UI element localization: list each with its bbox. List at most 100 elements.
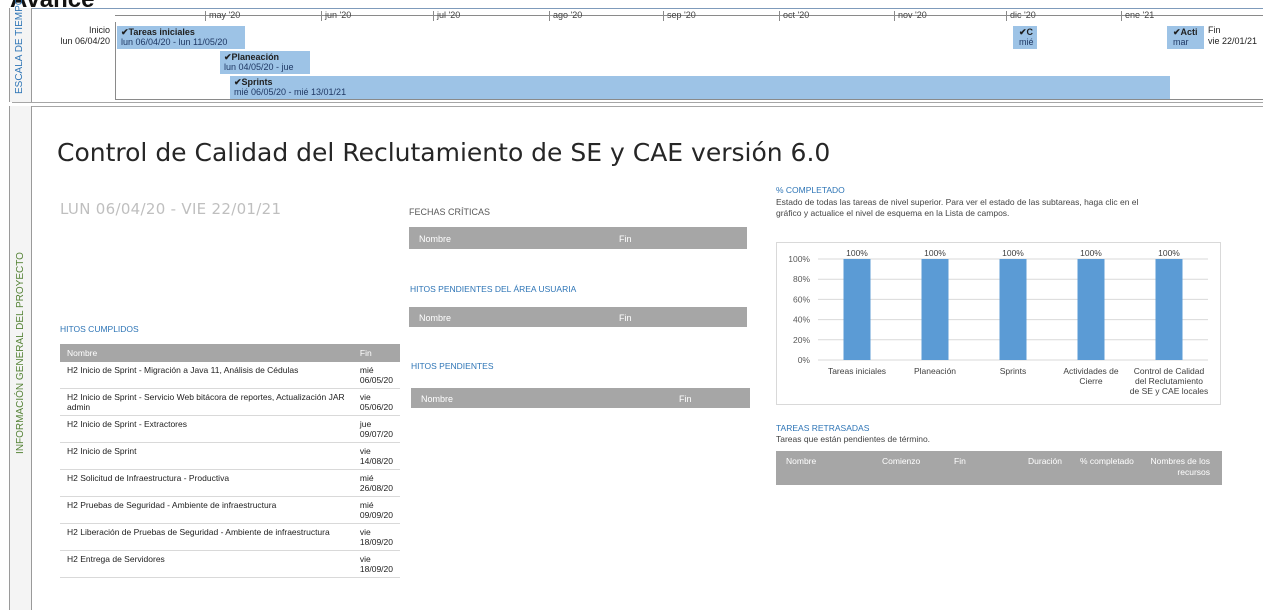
- col-fin: Fin: [352, 344, 400, 362]
- col-nombre: Nombre: [60, 344, 353, 362]
- chart-bar[interactable]: [843, 259, 871, 360]
- chart-category-label-line: Cierre: [1079, 376, 1102, 386]
- hito-fin: mié 06/05/20: [352, 362, 400, 389]
- hitos-cumplidos-rows: H2 Inicio de Sprint - Migración a Java 1…: [60, 362, 400, 578]
- chart-y-tick-label: 80%: [793, 274, 810, 284]
- project-info-side-panel: INFORMACIÓN GENERAL DEL PROYECTO: [9, 106, 32, 610]
- timeline-bar-actividades[interactable]: ✔Acti mar: [1167, 26, 1204, 49]
- hito-fin-day: vie: [359, 392, 371, 402]
- chart-category-label-line: Actividades de: [1063, 366, 1119, 376]
- hito-fin: mié 09/09/20: [352, 496, 400, 524]
- hito-nombre: H2 Inicio de Sprint: [60, 442, 353, 470]
- col-fin: Fin: [679, 394, 692, 404]
- chart-category-label-line: Sprints: [1000, 366, 1026, 376]
- hito-fin: mié 26/08/20: [352, 469, 400, 497]
- table-row[interactable]: H2 Pruebas de Seguridad - Ambiente de in…: [60, 496, 400, 524]
- table-row[interactable]: H2 Inicio de Sprint vie 14/08/20: [60, 442, 400, 470]
- chart-category-label: Control de Calidad del Reclutamiento de SE…: [1130, 366, 1208, 396]
- hito-fin: vie 14/08/20: [352, 442, 400, 470]
- tareas-retrasadas-title: TAREAS RETRASADAS: [776, 423, 870, 433]
- chart-category-label: Sprints: [1000, 366, 1026, 376]
- chart-bar[interactable]: [1155, 259, 1183, 360]
- hito-fin-day: vie: [359, 527, 371, 537]
- chart-data-label: 100%: [1080, 248, 1102, 258]
- timeline-divider[interactable]: [12, 102, 1263, 107]
- timeline-end: Fin vie 22/01/21: [1208, 25, 1263, 47]
- hito-fin-date: 26/08/20: [359, 483, 393, 493]
- completado-title: % COMPLETADO: [776, 185, 845, 195]
- hitos-area-usuaria-title: HITOS PENDIENTES DEL ÁREA USUARIA: [410, 284, 577, 294]
- completado-description: Estado de todas las tareas de nivel supe…: [776, 197, 1196, 219]
- project-info-side-label: INFORMACIÓN GENERAL DEL PROYECTO: [15, 252, 26, 454]
- col-duracion: Duración: [1028, 456, 1063, 466]
- bar-dates: lun 04/05/20 - jue: [224, 62, 294, 72]
- timeline-month: dic '20: [1006, 11, 1036, 21]
- fechas-criticas-title: FECHAS CRÍTICAS: [409, 207, 491, 217]
- table-row[interactable]: H2 Inicio de Sprint - Extractores jue 09/0…: [60, 415, 400, 443]
- chart-category-label: Actividades de Cierre: [1063, 366, 1119, 386]
- timeline-bar-planeacion[interactable]: ✔Planeación lun 04/05/20 - jue: [220, 51, 310, 74]
- chart-category-label: Tareas iniciales: [828, 366, 886, 376]
- chart-bar[interactable]: [1077, 259, 1105, 360]
- hitos-cumplidos-table[interactable]: Nombre Fin H2 Inicio de Sprint - Migraci…: [60, 344, 400, 578]
- tareas-retrasadas-header[interactable]: Nombre Comienzo Fin Duración % completad…: [776, 451, 1222, 485]
- timeline-start: Inicio lun 06/04/20: [48, 25, 110, 47]
- timeline-bar-sprints[interactable]: ✔Sprints mié 06/05/20 - mié 13/01/21: [230, 76, 1170, 99]
- chart-category-label-line: Tareas iniciales: [828, 366, 886, 376]
- hito-nombre: H2 Solicitud de Infraestructura - Produc…: [60, 469, 353, 497]
- chart-y-tick-label: 60%: [793, 294, 810, 304]
- timeline-start-date: lun 06/04/20: [60, 36, 110, 46]
- chart-bar[interactable]: [921, 259, 949, 360]
- table-row[interactable]: H2 Inicio de Sprint - Servicio Web bitác…: [60, 388, 400, 416]
- chart-category-label: Planeación: [914, 366, 956, 376]
- col-fin: Fin: [619, 234, 632, 244]
- hitos-cumplidos-title: HITOS CUMPLIDOS: [60, 324, 139, 334]
- chart-y-tick-label: 40%: [793, 315, 810, 325]
- project-date-range: LUN 06/04/20 - VIE 22/01/21: [60, 200, 282, 218]
- completado-chart[interactable]: 0% 20% 40% 60% 80% 100% 100% Tareas iniciales 10…: [776, 242, 1221, 405]
- hito-fin-date: 09/07/20: [359, 429, 393, 439]
- chart-category-label-line: del Reclutamiento: [1135, 376, 1203, 386]
- timeline-side-panel: ESCALA DE TIEMPO: [9, 0, 32, 102]
- hito-fin: vie 05/06/20: [352, 388, 400, 416]
- timeline-month: sep '20: [663, 11, 696, 21]
- timeline-month: may '20: [205, 11, 240, 21]
- hito-nombre: H2 Entrega de Servidores: [60, 550, 353, 578]
- hitos-area-usuaria-header[interactable]: Nombre Fin: [409, 307, 747, 327]
- bar-dates: lun 06/04/20 - lun 11/05/20: [121, 37, 228, 47]
- bar-name: ✔Sprints: [234, 77, 273, 87]
- hito-nombre: H2 Inicio de Sprint - Extractores: [60, 415, 353, 443]
- table-row[interactable]: H2 Liberación de Pruebas de Seguridad - …: [60, 523, 400, 551]
- timeline-bar-cierre[interactable]: ✔C mié: [1013, 26, 1037, 49]
- table-row[interactable]: H2 Entrega de Servidores vie 18/09/20: [60, 550, 400, 578]
- chart-data-label: 100%: [1002, 248, 1024, 258]
- timeline-side-label: ESCALA DE TIEMPO: [14, 0, 25, 94]
- report-title: Control de Calidad del Reclutamiento de …: [57, 138, 831, 167]
- col-nombre: Nombre: [419, 234, 452, 244]
- hitos-pendientes-header[interactable]: Nombre Fin: [411, 388, 750, 408]
- fechas-criticas-header[interactable]: Nombre Fin: [409, 227, 747, 249]
- chart-data-label: 100%: [1158, 248, 1180, 258]
- hito-fin-date: 06/05/20: [359, 375, 393, 385]
- hito-fin-date: 05/06/20: [359, 402, 393, 412]
- timeline-month: nov '20: [894, 11, 927, 21]
- col-fin: Fin: [619, 313, 632, 323]
- hito-fin-day: vie: [359, 446, 371, 456]
- table-row[interactable]: H2 Solicitud de Infraestructura - Produc…: [60, 469, 400, 497]
- hito-fin-day: mié: [359, 500, 374, 510]
- chart-bar[interactable]: [999, 259, 1027, 360]
- hito-fin-date: 14/08/20: [359, 456, 393, 466]
- col-comienzo: Comienzo: [882, 456, 921, 466]
- chart-category-label-line: de SE y CAE locales: [1130, 386, 1208, 396]
- completado-description-line: gráfico y actualice el nivel de esquema …: [776, 208, 1010, 218]
- hito-fin-date: 18/09/20: [359, 537, 393, 547]
- timeline-month: ago '20: [549, 11, 582, 21]
- bar-name: ✔C: [1019, 27, 1034, 37]
- hito-nombre: H2 Liberación de Pruebas de Seguridad - …: [60, 523, 353, 551]
- bar-name: ✔Planeación: [224, 52, 280, 62]
- hitos-pendientes-title: HITOS PENDIENTES: [411, 361, 494, 371]
- table-row[interactable]: H2 Inicio de Sprint - Migración a Java 1…: [60, 362, 400, 389]
- hito-nombre: H2 Inicio de Sprint - Servicio Web bitác…: [60, 388, 353, 416]
- timeline-month: jul '20: [433, 11, 460, 21]
- timeline-bar-tareas-iniciales[interactable]: ✔Tareas iniciales lun 06/04/20 - lun 11/…: [117, 26, 245, 49]
